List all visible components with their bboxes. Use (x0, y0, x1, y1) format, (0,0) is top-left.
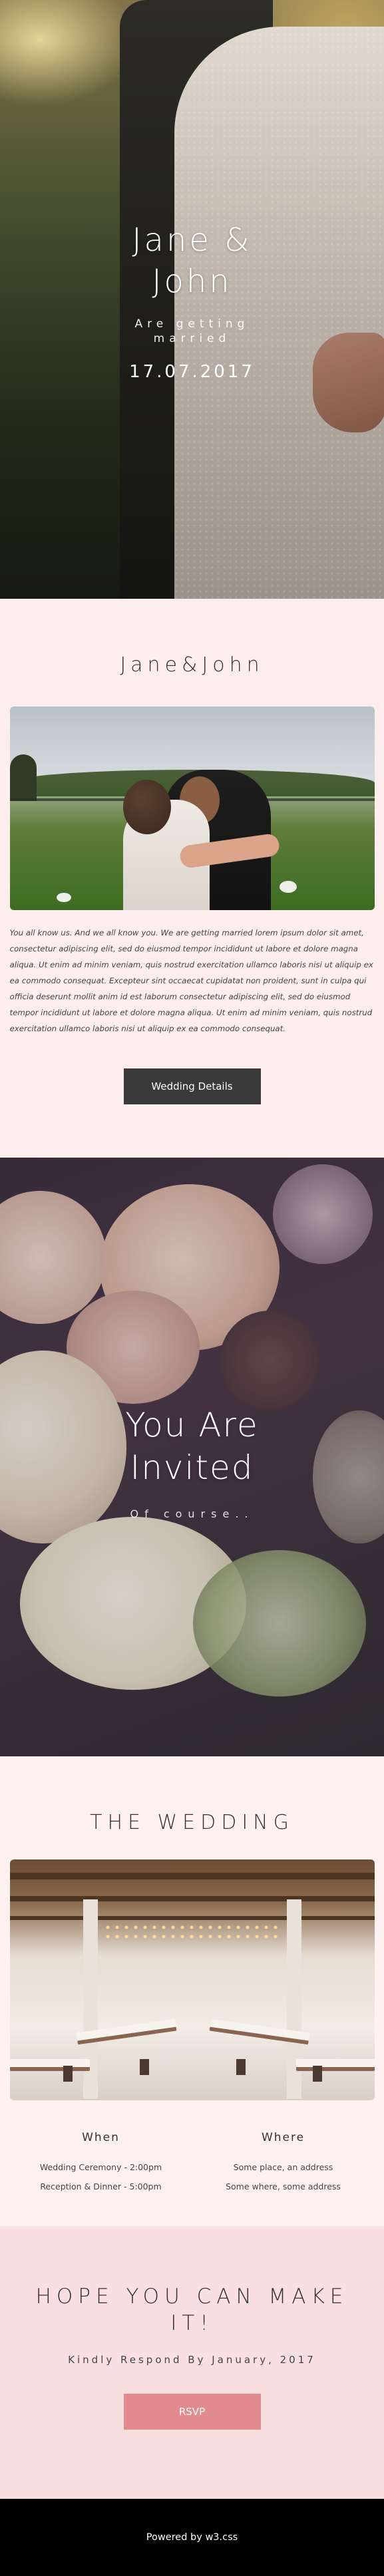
rsvp-heading: HOPE YOU CAN MAKE IT! (35, 2285, 349, 2335)
hero-title: Jane & John (132, 222, 252, 300)
wedding-heading: THE WEDDING (90, 1811, 294, 1834)
invite-text: You Are Invited Of course.. (0, 1404, 384, 1520)
intro-section: Jane&John You all know us. And we all kn… (0, 599, 384, 1158)
where-title: Where (261, 2131, 305, 2144)
intro-paragraph: You all know us. And we all know you. We… (9, 928, 373, 1033)
footer: Powered by w3.css (0, 2499, 384, 2576)
hero-date: 17.07.2017 (129, 362, 255, 382)
invite-subtitle: Of course.. (130, 1508, 254, 1520)
couple-photo (9, 707, 375, 910)
w3css-link[interactable]: w3.css (205, 2532, 238, 2543)
where-line: Some place, an address (233, 2162, 333, 2172)
when-title: When (82, 2131, 120, 2144)
banquet-table (9, 2059, 90, 2071)
invite-section: You Are Invited Of course.. (0, 1158, 384, 1756)
footer-text: Powered by w3.css (0, 2499, 384, 2576)
rsvp-subtitle: Kindly Respond By January, 2017 (68, 2354, 316, 2366)
rsvp-button[interactable]: RSVP (123, 2394, 261, 2430)
wedding-info: When Wedding Ceremony - 2:00pm Reception… (10, 2131, 375, 2196)
footer-prefix: Powered by (146, 2532, 206, 2543)
invite-title: You Are Invited (125, 1406, 259, 1487)
string-lights (102, 1923, 283, 1943)
when-column: When Wedding Ceremony - 2:00pm Reception… (10, 2131, 192, 2196)
banquet-table (295, 2059, 375, 2071)
hero-subtitle: Are getting married (134, 317, 250, 345)
where-column: Where Some place, an address Some where,… (192, 2131, 375, 2196)
intro-heading: Jane&John (120, 653, 264, 677)
wedding-details-button[interactable]: Wedding Details (123, 1068, 261, 1104)
wedding-section: THE WEDDING When Wedding Ceremony - 2:00… (0, 1756, 384, 2226)
when-line: Wedding Ceremony - 2:00pm (39, 2162, 162, 2172)
hero-section: Jane & John Are getting married 17.07.20… (0, 0, 384, 599)
when-line: Reception & Dinner - 5:00pm (40, 2181, 162, 2191)
rsvp-section: HOPE YOU CAN MAKE IT! Kindly Respond By … (0, 2226, 384, 2499)
venue-photo (9, 1859, 375, 2100)
hero-text: Jane & John Are getting married 17.07.20… (0, 220, 384, 382)
where-line: Some where, some address (226, 2181, 341, 2191)
